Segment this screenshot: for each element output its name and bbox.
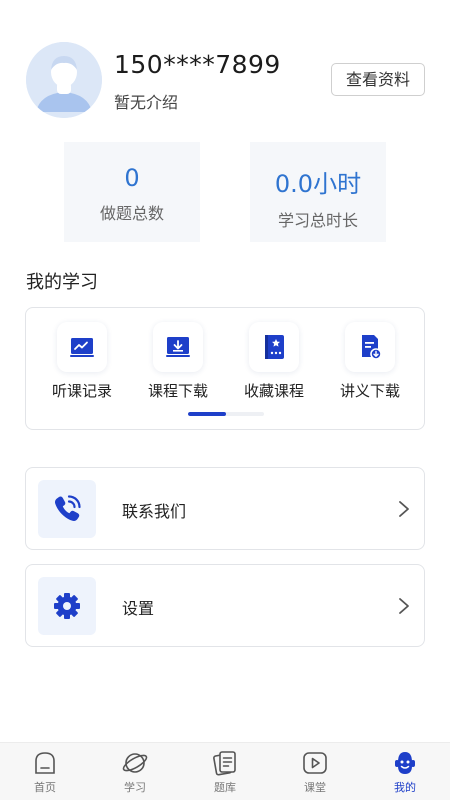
mine-face-icon	[395, 752, 415, 774]
page-indicator-active	[188, 412, 226, 416]
tab-label: 题库	[214, 781, 236, 794]
learning-item-label: 收藏课程	[243, 382, 304, 400]
learning-item-course-download[interactable]: 课程下载	[130, 322, 226, 401]
learning-item-history[interactable]: 听课记录	[34, 322, 130, 401]
profile-header: 150****7899 暂无介绍 查看资料	[26, 42, 426, 122]
tab-label: 学习	[124, 781, 146, 794]
menu-label: 设置	[122, 599, 155, 618]
learning-item-handout-download[interactable]: 讲义下载	[322, 322, 418, 401]
tab-study[interactable]: 学习	[105, 749, 165, 795]
tab-question-bank[interactable]: 题库	[195, 749, 255, 795]
user-intro: 暂无介绍	[114, 93, 179, 112]
stat-value: 0.0小时	[274, 170, 362, 198]
learning-item-label: 听课记录	[51, 382, 112, 400]
my-learning-card: 听课记录 课程下载 收藏课程 讲义下载	[25, 307, 425, 430]
home-icon	[35, 752, 55, 774]
tab-home[interactable]: 首页	[15, 749, 75, 795]
stat-total-questions[interactable]: 0 做题总数	[64, 142, 200, 242]
gear-icon	[38, 577, 96, 635]
play-icon	[303, 752, 327, 774]
bottom-tab-bar: 首页 学习 题库 课堂 我的	[0, 742, 450, 800]
tab-label: 首页	[34, 781, 56, 794]
default-avatar-icon	[26, 42, 102, 118]
document-download-icon	[345, 322, 395, 372]
stat-total-study-time[interactable]: 0.0小时 学习总时长	[250, 142, 386, 242]
question-bank-icon	[213, 751, 236, 776]
stat-label: 做题总数	[99, 204, 164, 223]
contact-us-row[interactable]: 联系我们	[25, 467, 425, 550]
settings-row[interactable]: 设置	[25, 564, 425, 647]
stat-label: 学习总时长	[277, 211, 358, 230]
chart-monitor-icon	[57, 322, 107, 372]
download-tray-icon	[153, 322, 203, 372]
tab-classroom[interactable]: 课堂	[285, 749, 345, 795]
chevron-right-icon	[399, 598, 409, 614]
view-profile-button[interactable]: 查看资料	[331, 63, 425, 96]
section-title-my-learning: 我的学习	[26, 272, 98, 293]
planet-icon	[122, 753, 148, 773]
learning-item-favorite-courses[interactable]: 收藏课程	[226, 322, 322, 401]
avatar[interactable]	[26, 42, 102, 118]
tab-mine[interactable]: 我的	[375, 749, 435, 795]
user-phone: 150****7899	[114, 50, 281, 79]
chevron-right-icon	[399, 501, 409, 517]
page-indicator	[188, 412, 264, 416]
stat-value: 0	[124, 164, 140, 192]
tab-label: 我的	[394, 781, 416, 794]
learning-item-label: 课程下载	[147, 382, 208, 400]
phone-icon	[38, 480, 96, 538]
menu-label: 联系我们	[122, 502, 187, 521]
tab-label: 课堂	[304, 781, 326, 794]
learning-item-label: 讲义下载	[339, 382, 400, 400]
bookmark-book-icon	[249, 322, 299, 372]
